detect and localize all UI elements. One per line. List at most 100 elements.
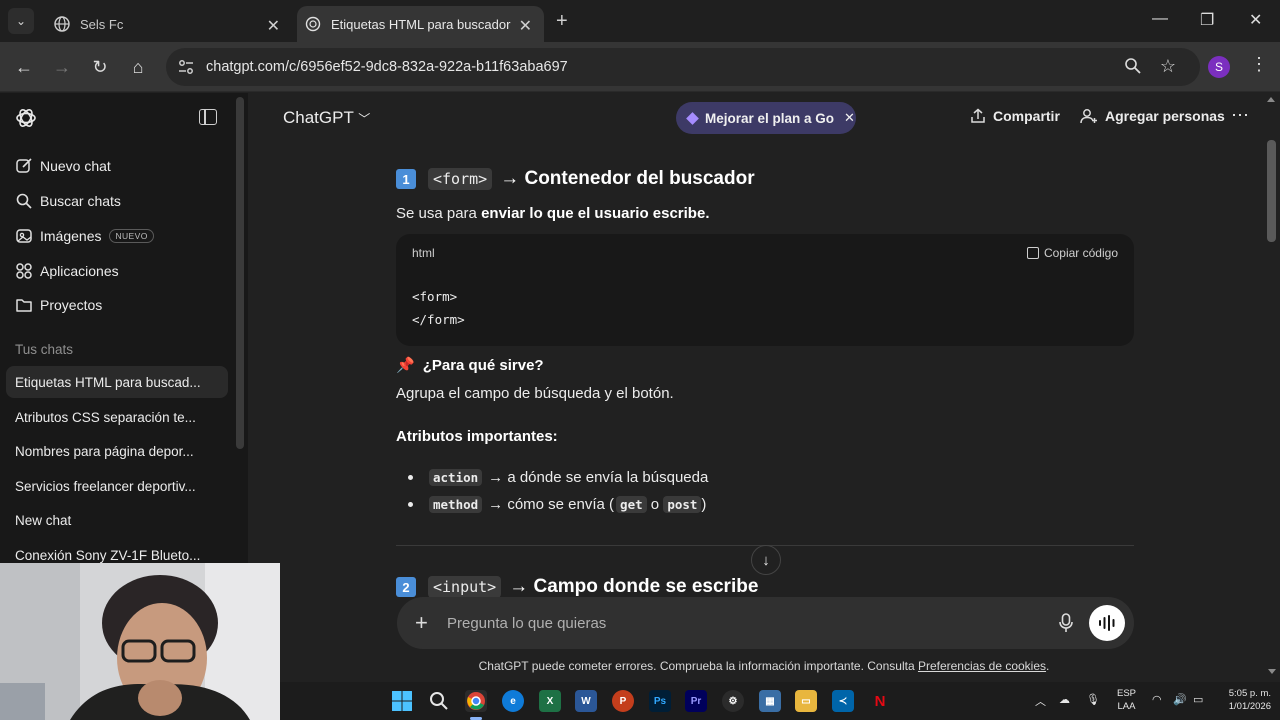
restore-icon[interactable]: ❐ [1200,10,1214,30]
scroll-to-bottom-button[interactable]: ↓ [751,545,781,575]
code-line: </form> [412,312,465,327]
add-person-icon [1080,109,1097,124]
disclaimer: ChatGPT puede cometer errores. Comprueba… [248,659,1280,673]
powerpoint-icon[interactable]: P [612,690,634,712]
clock[interactable]: 5:05 p. m. 1/01/2026 [1215,687,1271,713]
add-people-button[interactable]: Agregar personas [1080,108,1225,124]
netflix-icon[interactable]: N [869,690,891,712]
disclaimer-end: . [1046,659,1050,673]
tab-close-icon[interactable]: ✕ [519,16,532,36]
code-line: <form> [412,289,458,304]
tab-close-icon[interactable]: ✕ [267,16,280,36]
vscode-icon[interactable]: ≺ [832,690,854,712]
back-icon[interactable]: ← [13,56,35,78]
word-icon[interactable]: W [575,690,597,712]
excel-icon[interactable]: X [539,690,561,712]
bookmark-star-icon[interactable]: ☆ [1160,56,1176,77]
prompt-input[interactable] [447,611,1007,635]
tray-chevron-icon[interactable]: ︿ [1035,693,1046,709]
sidebar-item-new-chat[interactable]: Nuevo chat [14,154,111,178]
site-settings-icon[interactable] [176,57,196,77]
code-language: html [412,246,435,260]
diamond-icon [686,111,699,125]
images-icon [14,226,34,246]
windows-start-icon[interactable] [391,690,413,712]
chat-item[interactable]: Nombres para página depor... [6,435,228,467]
chat-item[interactable]: New chat [6,504,228,536]
chat-main: ChatGPT ﹀ Mejorar el plan a Go ✕ Compart… [248,93,1280,682]
microphone-tray-icon[interactable]: 🎙 [1086,693,1100,706]
wifi-icon[interactable]: ◠ [1152,693,1162,706]
zoom-icon[interactable] [1124,57,1142,75]
address-bar[interactable]: chatgpt.com/c/6956ef52-9dc8-832a-922a-b1… [166,48,1200,86]
edge-icon[interactable]: e [502,690,524,712]
sidebar-item-search-chats[interactable]: Buscar chats [14,189,121,213]
webcam-overlay [0,563,280,720]
reload-icon[interactable]: ↻ [89,56,111,78]
tab-search-button[interactable]: ⌄ [8,8,34,34]
chat-item[interactable]: Atributos CSS separación te... [6,401,228,433]
inline-code: get [616,496,647,513]
onedrive-icon[interactable]: ☁ [1059,693,1070,706]
list-item-text: ) [701,496,707,513]
volume-icon[interactable]: 🔊 [1173,693,1187,706]
search-icon[interactable] [428,690,450,712]
share-button[interactable]: Compartir [970,108,1060,124]
disclaimer-text: ChatGPT puede cometer errores. Comprueba… [478,659,918,673]
keyboard-layout: LAA [1117,701,1136,712]
photoshop-icon[interactable]: Ps [649,690,671,712]
arrow-down-icon: ↓ [762,551,770,569]
gear-app-icon[interactable]: ⚙ [722,690,744,712]
copy-label: Copiar código [1043,246,1118,260]
chatgpt-logo-icon[interactable] [14,106,38,130]
purpose-heading: 📌 ¿Para qué sirve? [396,356,544,375]
language-indicator[interactable]: ESP LAA [1117,687,1136,713]
file-explorer-icon[interactable]: ▭ [795,690,817,712]
inline-code: method [429,496,483,513]
chat-item[interactable]: Servicios freelancer deportiv... [6,470,228,502]
profile-avatar[interactable]: S [1208,56,1230,78]
sidebar-item-images[interactable]: Imágenes NUEVO [14,224,154,248]
premiere-icon[interactable]: Pr [685,690,707,712]
window-close-icon[interactable]: ✕ [1249,10,1262,30]
sidebar-toggle-icon[interactable] [199,109,217,125]
battery-icon[interactable]: ▭ [1193,693,1203,706]
add-attachment-icon[interactable]: + [415,610,428,636]
paragraph: Se usa para enviar lo que el usuario esc… [396,205,709,222]
sidebar-item-projects[interactable]: Proyectos [14,293,102,317]
tab-etiquetas-html[interactable]: Etiquetas HTML para buscador ✕ [297,6,544,42]
inline-code: <input> [428,576,502,598]
chat-item[interactable]: Etiquetas HTML para buscad... [6,366,228,398]
dismiss-upgrade-icon[interactable]: ✕ [844,110,855,126]
microphone-icon[interactable] [1059,612,1073,634]
minimize-icon[interactable]: — [1152,10,1168,28]
chrome-icon[interactable] [465,690,487,712]
bullet-dot [408,502,413,507]
main-scrollbar[interactable] [1267,140,1276,242]
sidebar-item-label: Nuevo chat [40,158,111,174]
new-tab-button[interactable]: + [556,10,568,33]
new-badge: NUEVO [109,229,154,243]
time-text: 5:05 p. m. [1228,688,1271,699]
voice-waveform-icon [1099,615,1115,631]
voice-mode-button[interactable] [1089,605,1125,641]
cookie-preferences-link[interactable]: Preferencias de cookies [918,659,1046,673]
list-item-text: → cómo se envía ( [488,496,615,513]
forward-icon[interactable]: → [51,56,73,78]
chats-section-title: Tus chats [15,342,74,357]
sidebar-item-apps[interactable]: Aplicaciones [14,259,119,283]
sidebar-scrollbar[interactable] [236,97,244,449]
store-icon[interactable]: ▦ [759,690,781,712]
tab-sels-fc[interactable]: Sels Fc ✕ [46,6,292,42]
browser-menu-icon[interactable]: ⋮ [1250,54,1268,75]
inline-code: post [663,496,702,513]
heading-text: → Contenedor del buscador [500,168,755,189]
upgrade-plan-button[interactable]: Mejorar el plan a Go ✕ [676,102,856,134]
copy-code-button[interactable]: Copiar código [1026,246,1118,260]
list-item: action → a dónde se envía la búsqueda [408,469,708,486]
share-icon [971,108,985,123]
model-selector[interactable]: ChatGPT ﹀ [283,108,370,128]
more-options-icon[interactable]: ⋯ [1231,105,1249,126]
scroll-up-arrow[interactable] [1267,97,1275,102]
home-icon[interactable]: ⌂ [127,56,149,78]
